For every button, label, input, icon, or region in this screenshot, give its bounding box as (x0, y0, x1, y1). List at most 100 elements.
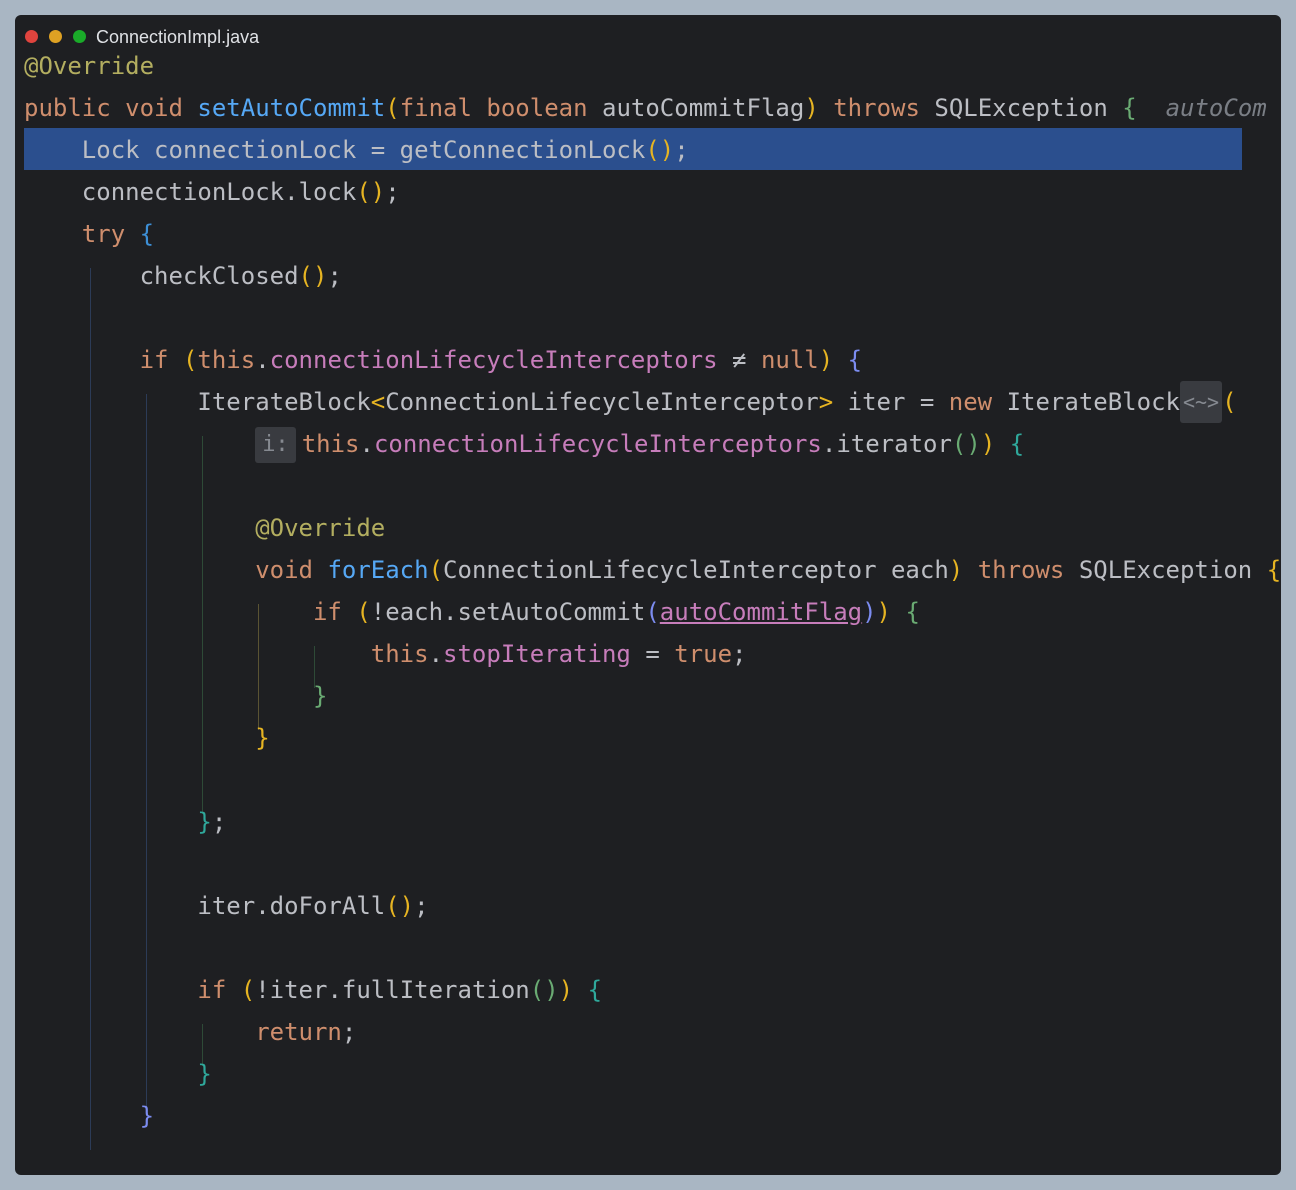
bracket: ) (818, 346, 834, 374)
bracket: ) (804, 94, 819, 122)
bracket: () (385, 892, 415, 920)
bracket: () (529, 976, 559, 1004)
code-token: null (760, 346, 819, 374)
bracket: ( (428, 556, 444, 584)
bracket: { (847, 346, 863, 374)
code-token: ≠ (717, 346, 761, 374)
code-token: public (24, 94, 111, 122)
code-token: IterateBlock (24, 388, 371, 416)
code-line-16[interactable]: } (24, 675, 327, 717)
bracket: } (312, 682, 328, 710)
bracket: } (255, 724, 270, 752)
code-token: connectionLifecycleInterceptors (373, 430, 822, 458)
bracket: ( (1222, 388, 1237, 416)
code-line-19[interactable]: }; (24, 801, 226, 843)
code-line-9[interactable]: IterateBlock<ConnectionLifecycleIntercep… (24, 381, 1237, 423)
code-token: @Override (255, 514, 386, 542)
code-token: ; (211, 808, 227, 836)
code-line-10[interactable]: i: this.connectionLifecycleInterceptors.i… (24, 423, 1024, 465)
code-line-13[interactable]: void forEach(ConnectionLifecycleIntercep… (24, 549, 1281, 591)
bracket: { (1266, 556, 1282, 584)
code-token: void (125, 94, 183, 122)
code-line-14[interactable]: if (!each.setAutoCommit(autoCommitFlag))… (24, 591, 920, 633)
code-token: ; (414, 892, 429, 920)
close-window-button[interactable] (25, 30, 38, 43)
bracket: ( (645, 598, 660, 626)
code-line-25[interactable]: } (24, 1053, 211, 1095)
code-token: ; (341, 1018, 357, 1046)
code-line-24[interactable]: return; (24, 1011, 356, 1053)
code-token: @Override (24, 52, 155, 80)
code-token: throws (833, 94, 920, 122)
bracket: { (1122, 94, 1137, 122)
code-line-17[interactable]: } (24, 717, 270, 759)
code-token: connectionLifecycleInterceptors (269, 346, 718, 374)
code-token: !each.setAutoCommit (370, 598, 646, 626)
code-token: ConnectionLifecycleInterceptor each (443, 556, 949, 584)
code-token: void (255, 556, 313, 584)
code-token: forEach (327, 556, 429, 584)
code-token: ; (327, 262, 342, 290)
bracket: () (298, 262, 328, 290)
code-token: . (359, 430, 374, 458)
code-line-4[interactable]: connectionLock.lock(); (24, 171, 400, 213)
bracket: () (645, 136, 675, 164)
code-line-1[interactable]: @Override (24, 45, 154, 87)
code-token: if (139, 346, 169, 374)
bracket: { (1009, 430, 1025, 458)
code-line-26[interactable]: } (24, 1095, 154, 1137)
bracket: () (356, 178, 386, 206)
code-line-5[interactable]: try { (24, 213, 154, 255)
code-token: this (197, 346, 256, 374)
code-token: IterateBlock (992, 388, 1180, 416)
code-line-3[interactable]: Lock connectionLock = getConnectionLock(… (24, 129, 689, 171)
code-token: SQLException (919, 94, 1123, 122)
code-token: .iterator (821, 430, 952, 458)
code-token: true (674, 640, 733, 668)
code-token: stopIterating (443, 640, 631, 668)
code-token: this (301, 430, 360, 458)
code-token: ConnectionLifecycleInterceptor (385, 388, 819, 416)
bracket: ) (862, 598, 877, 626)
zoom-window-button[interactable] (73, 30, 86, 43)
bracket: ( (240, 976, 256, 1004)
title-bar: ConnectionImpl.java (15, 15, 1281, 59)
code-token: . (428, 640, 444, 668)
code-token: return (255, 1018, 342, 1046)
bracket: ) (980, 430, 996, 458)
code-token: boolean (486, 94, 588, 122)
parameter-name-hint: i: (255, 427, 296, 463)
code-line-23[interactable]: if (!iter.fullIteration()) { (24, 969, 602, 1011)
code-line-15[interactable]: this.stopIterating = true; (24, 633, 747, 675)
bracket: { (139, 220, 155, 248)
code-line-12[interactable]: @Override (24, 507, 385, 549)
code-line-21[interactable]: iter.doForAll(); (24, 885, 429, 927)
bracket: ) (948, 556, 964, 584)
code-token: autoCommitFlag (587, 94, 805, 122)
code-line-8[interactable]: if (this.connectionLifecycleInterceptors… (24, 339, 863, 381)
code-token: . (255, 346, 270, 374)
code-line-2[interactable]: public void setAutoCommit(final boolean … (24, 87, 1267, 129)
bracket: < (370, 388, 386, 416)
code-line-6[interactable]: checkClosed(); (24, 255, 342, 297)
code-token: ; (674, 136, 689, 164)
minimize-window-button[interactable] (49, 30, 62, 43)
